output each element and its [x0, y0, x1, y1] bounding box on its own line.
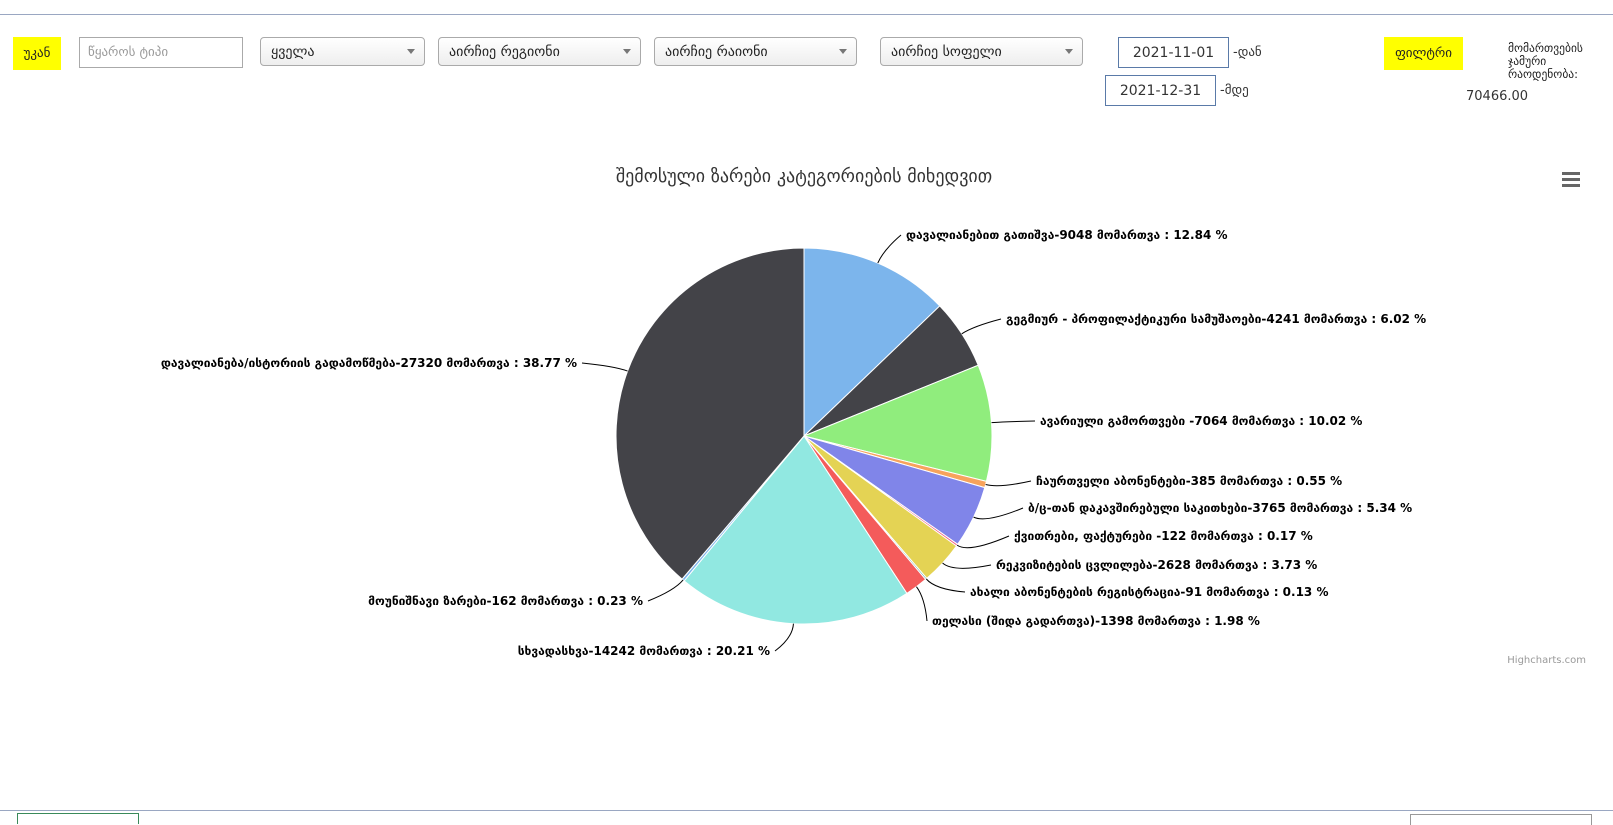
slice-data-label: დავალიანება/ისტორიის გადამოწმება-27320 მ… — [161, 356, 577, 370]
slice-data-label: გეგმიურ - პროფილაქტიკური სამუშაოები-4241… — [1006, 312, 1426, 326]
bottom-panel-left — [17, 813, 139, 824]
date-to-suffix: -მდე — [1220, 83, 1249, 98]
slice-connector — [973, 507, 1024, 520]
pie-chart: შემოსული ზარები კატეგორიების მიხედვით Hig… — [161, 166, 1586, 666]
slice-data-label: მოუნიშნავი ზარები-162 მომართვა : 0.23 % — [368, 594, 643, 608]
slice-data-label: ქვითრები, ფაქტურები -122 მომართვა : 0.17… — [1014, 529, 1313, 543]
slice-data-label: ახალი აბონენტების რეგისტრაცია-91 მომართვ… — [970, 585, 1328, 599]
chevron-down-icon — [1065, 49, 1073, 54]
village-select-value: აირჩიე სოფელი — [891, 43, 1002, 60]
slice-connector — [647, 579, 684, 602]
hamburger-menu-icon[interactable] — [1562, 172, 1580, 187]
slice-connector — [877, 234, 902, 264]
slice-connector — [991, 420, 1036, 424]
slice-data-label: სხვადასხვა-14242 მომართვა : 20.21 % — [518, 644, 770, 658]
chart-title: შემოსული ზარები კატეგორიების მიხედვით — [616, 166, 992, 187]
slice-connector — [916, 586, 928, 622]
chevron-down-icon — [839, 49, 847, 54]
slice-connector — [985, 480, 1032, 487]
slice-data-label: ავარიული გამორთვები -7064 მომართვა : 10.… — [1040, 414, 1362, 428]
district-select-value: აირჩიე რაიონი — [665, 43, 768, 60]
bottom-panel-right — [1410, 814, 1592, 825]
slice-connector — [961, 318, 1002, 335]
bottom-border — [0, 810, 1613, 811]
total-count-value: 70466.00 — [1466, 89, 1529, 104]
source-type-input[interactable] — [79, 37, 243, 68]
slice-data-label: ბ/ც-თან დაკავშირებული საკითხები-3765 მომ… — [1028, 501, 1412, 515]
region-select-value: აირჩიე რეგიონი — [449, 43, 560, 60]
slice-data-label: ჩაურთველი აბონენტები-385 მომართვა : 0.55… — [1036, 474, 1342, 488]
top-border — [0, 14, 1613, 15]
slice-connector — [956, 535, 1010, 549]
slice-data-label: დავალიანებით გათიშვა-9048 მომართვა : 12.… — [906, 228, 1228, 242]
region-select[interactable]: აირჩიე რეგიონი — [438, 37, 641, 66]
filter-button[interactable]: ფილტრი — [1384, 37, 1463, 70]
slice-connector — [942, 562, 992, 569]
slice-connector — [774, 623, 794, 652]
chevron-down-icon — [623, 49, 631, 54]
chart-credits: Highcharts.com — [1507, 655, 1586, 666]
category-select[interactable]: ყველა — [260, 37, 425, 66]
slice-connector — [925, 578, 966, 593]
date-from-input[interactable]: 2021-11-01 — [1118, 37, 1229, 68]
slice-data-label: თელასი (შიდა გადართვა)-1398 მომართვა : 1… — [932, 614, 1260, 628]
category-select-value: ყველა — [271, 43, 315, 60]
date-from-suffix: -დან — [1233, 45, 1262, 60]
chevron-down-icon — [407, 49, 415, 54]
slice-connector — [581, 362, 628, 372]
district-select[interactable]: აირჩიე რაიონი — [654, 37, 857, 66]
slice-data-label: რეკვიზიტების ცვლილება-2628 მომართვა : 3.… — [996, 558, 1317, 572]
village-select[interactable]: აირჩიე სოფელი — [880, 37, 1083, 66]
date-to-input[interactable]: 2021-12-31 — [1105, 75, 1216, 106]
total-count-label: მომართვების ჯამური რაოდენობა: — [1508, 41, 1583, 81]
back-button[interactable]: უკან — [13, 37, 61, 70]
